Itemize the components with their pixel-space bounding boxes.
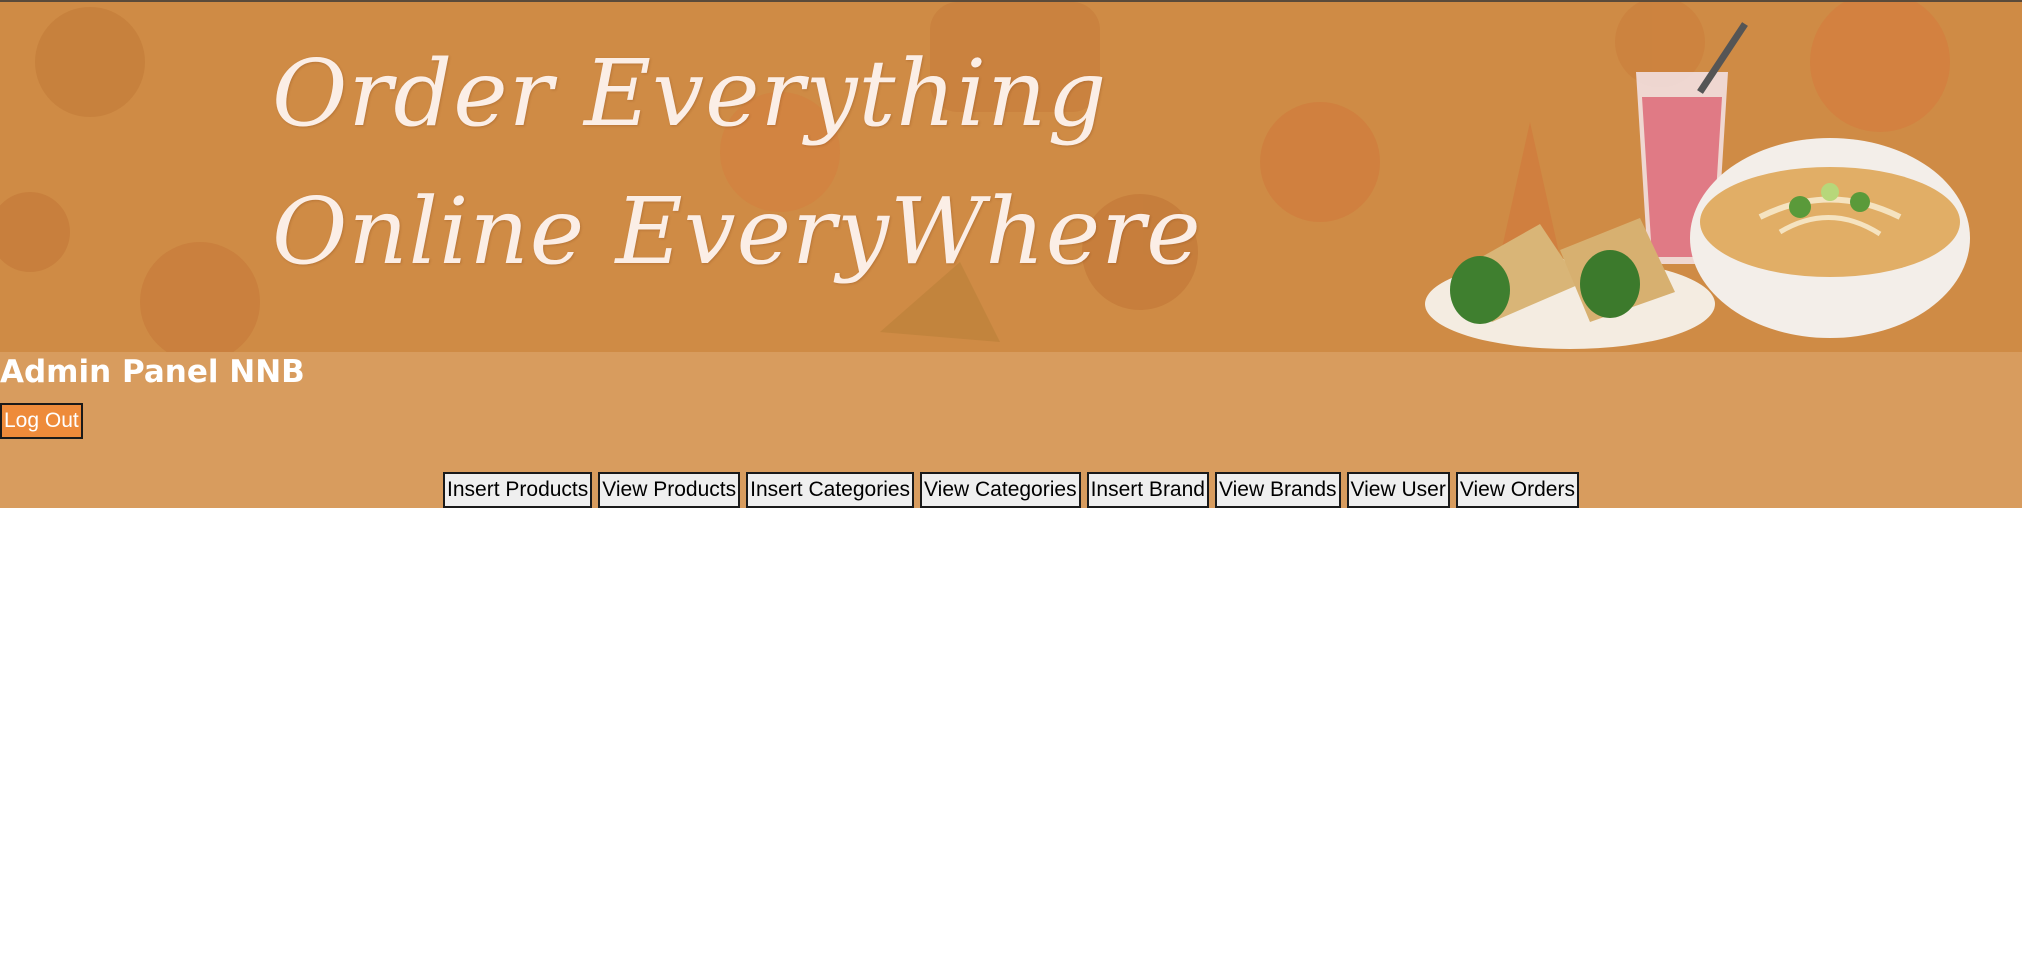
insert-products-button[interactable]: Insert Products (443, 472, 593, 508)
hero-banner: Order Everything Online EveryWhere (0, 2, 2022, 352)
view-products-button[interactable]: View Products (598, 472, 741, 508)
page-title: Admin Panel NNB (0, 354, 305, 390)
view-user-button[interactable]: View User (1346, 472, 1450, 508)
view-orders-button[interactable]: View Orders (1455, 472, 1579, 508)
admin-nav: Insert Products View Products Insert Cat… (0, 472, 2022, 508)
main-content-area (0, 508, 2022, 954)
admin-panel-header: Admin Panel NNB Log Out Insert Products … (0, 352, 2022, 508)
logout-button[interactable]: Log Out (0, 403, 83, 439)
view-categories-button[interactable]: View Categories (920, 472, 1081, 508)
banner-headline-line2: Online EveryWhere (272, 178, 1202, 285)
insert-categories-button[interactable]: Insert Categories (746, 472, 915, 508)
view-brands-button[interactable]: View Brands (1214, 472, 1341, 508)
insert-brand-button[interactable]: Insert Brand (1086, 472, 1209, 508)
banner-headline-line1: Order Everything (272, 40, 1108, 147)
